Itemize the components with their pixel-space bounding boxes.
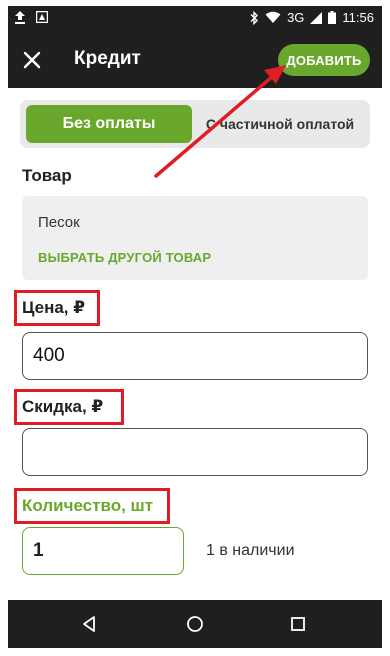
- signal-icon: [310, 11, 323, 24]
- price-input[interactable]: 400: [22, 332, 368, 380]
- network-type: 3G: [287, 10, 305, 25]
- recents-icon: [291, 617, 305, 631]
- status-bar: 3G 11:56: [8, 6, 382, 32]
- payment-type-toggle: Без оплаты С частичной оплатой: [20, 100, 370, 148]
- add-button[interactable]: ДОБАВИТЬ: [278, 44, 370, 76]
- recents-button[interactable]: [286, 612, 310, 636]
- status-time: 11:56: [342, 10, 374, 25]
- discount-input[interactable]: [22, 428, 368, 476]
- back-icon: [83, 616, 95, 632]
- product-card: Песок ВЫБРАТЬ ДРУГОЙ ТОВАР: [22, 196, 368, 280]
- status-right: 3G 11:56: [249, 10, 374, 25]
- stock-count-text: 1 в наличии: [206, 542, 295, 559]
- battery-icon: [328, 11, 337, 24]
- upload-icon: [14, 10, 26, 24]
- price-label: Цена, ₽: [22, 298, 86, 317]
- change-product-link[interactable]: ВЫБРАТЬ ДРУГОЙ ТОВАР: [38, 250, 211, 265]
- status-left: [14, 10, 48, 24]
- quantity-input[interactable]: 1: [22, 527, 184, 575]
- page-title: Кредит: [74, 48, 141, 69]
- back-button[interactable]: [78, 612, 102, 636]
- home-icon: [187, 616, 203, 632]
- toggle-no-payment[interactable]: Без оплаты: [26, 105, 192, 143]
- close-button[interactable]: [20, 48, 44, 72]
- bluetooth-icon: [249, 10, 259, 25]
- quantity-label: Количество, шт: [22, 496, 154, 515]
- notification-icon: [36, 11, 48, 23]
- product-section-label: Товар: [22, 166, 72, 185]
- system-nav-bar: [8, 600, 382, 648]
- app-screen: 3G 11:56 Кредит ДОБАВИТЬ Без оплаты С ча…: [8, 6, 382, 648]
- app-bar: Кредит ДОБАВИТЬ: [8, 32, 382, 88]
- close-icon: [23, 51, 41, 69]
- home-button[interactable]: [183, 612, 207, 636]
- toggle-partial-payment[interactable]: С частичной оплатой: [196, 105, 364, 143]
- wifi-icon: [265, 11, 281, 24]
- discount-label: Скидка, ₽: [22, 397, 104, 416]
- product-name: Песок: [38, 214, 80, 231]
